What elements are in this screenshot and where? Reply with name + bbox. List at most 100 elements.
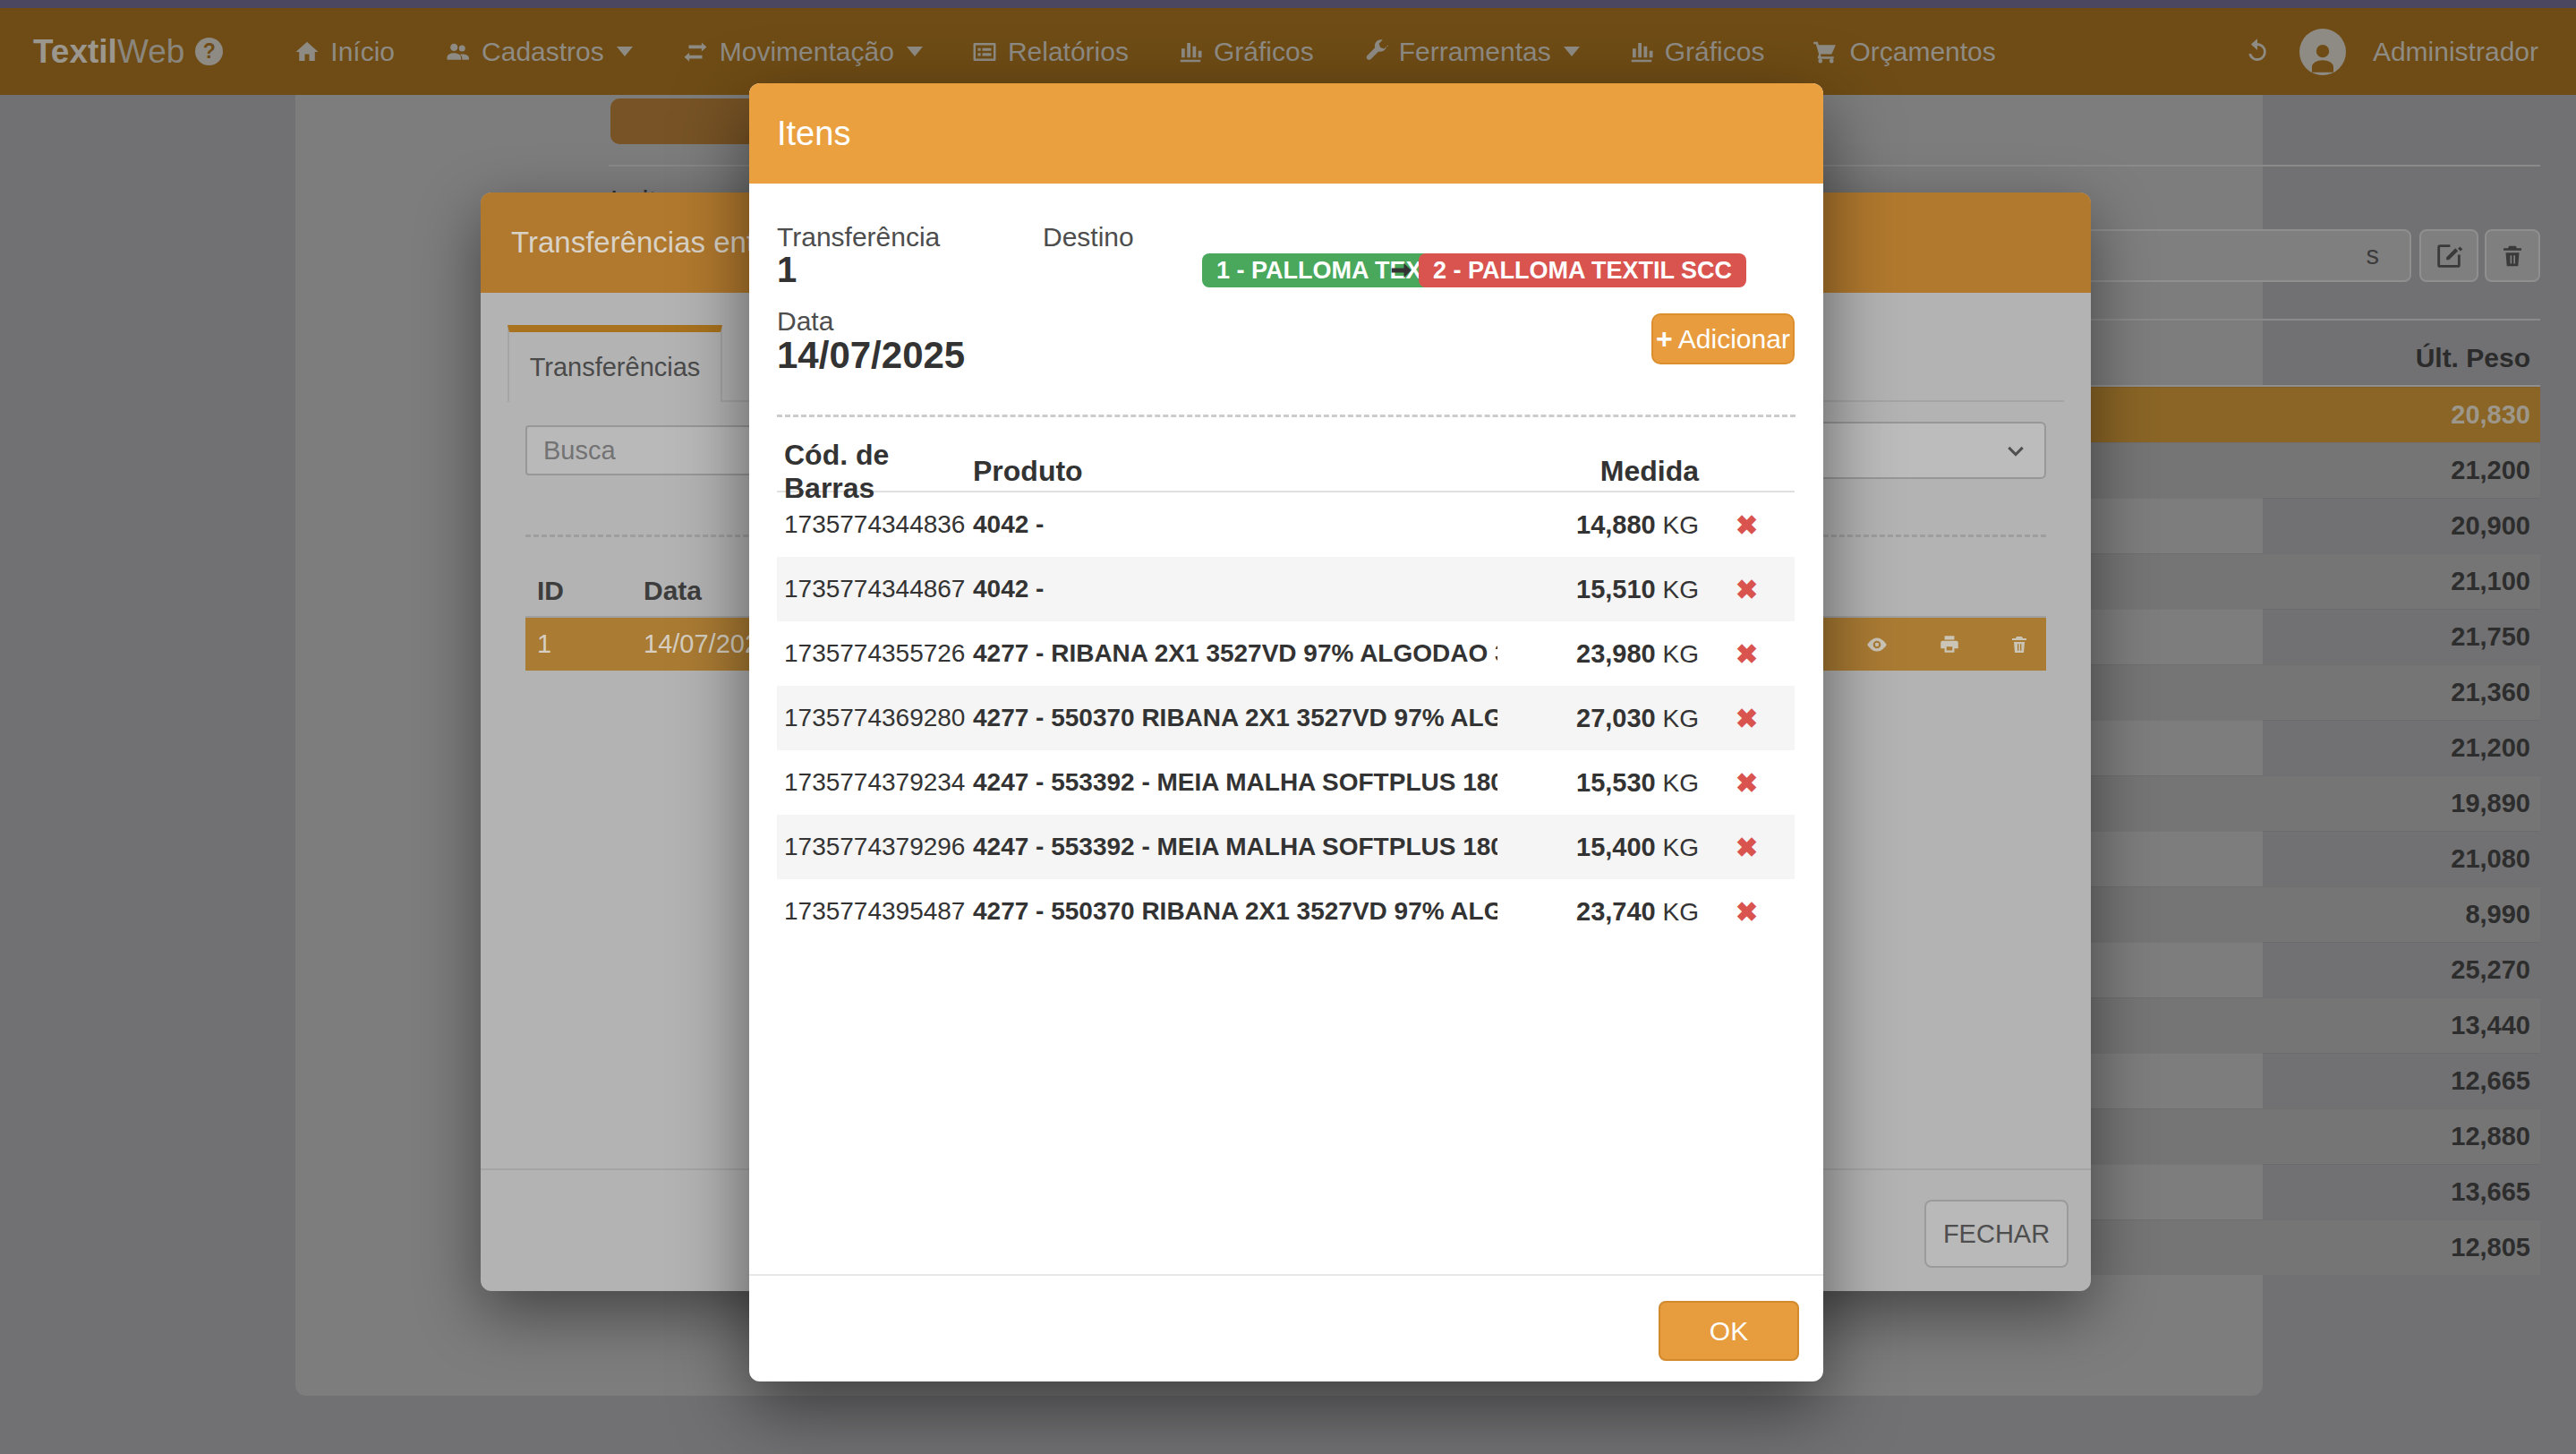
dashed-divider <box>777 415 1796 417</box>
avatar[interactable] <box>2299 29 2346 75</box>
chevron-down-icon <box>1564 47 1580 56</box>
ok-button[interactable]: OK <box>1659 1301 1799 1361</box>
weight-value: 20,830 <box>2451 400 2540 430</box>
item-measure: 15,400 KG <box>1497 833 1699 862</box>
date-field-value: 14/07/2025 <box>777 334 965 377</box>
item-product: 4042 - <box>967 575 1497 603</box>
nav-item-label: Orçamentos <box>1849 37 1995 67</box>
remove-icon[interactable]: ✖ <box>1736 574 1758 605</box>
column-weight: Últ. Peso <box>2416 343 2540 373</box>
nav-item-label: Relatórios <box>1008 37 1129 67</box>
partial-button[interactable]: s <box>2068 229 2411 282</box>
item-row: 1735774395487 4277 - 550370 RIBANA 2X1 3… <box>777 879 1795 944</box>
view-icon[interactable] <box>1864 633 1890 656</box>
weight-value: 21,200 <box>2451 733 2540 763</box>
remove-icon[interactable]: ✖ <box>1736 896 1758 928</box>
items-modal-title: Itens <box>777 115 850 153</box>
transfer-id: 1 <box>525 629 644 659</box>
tab-label: Transferências <box>530 353 701 382</box>
item-product: 4277 - RIBANA 2X1 3527VD 97% ALGODAO 3% … <box>967 639 1497 668</box>
nav-item-movimentacao[interactable]: Movimentação <box>657 37 947 67</box>
close-button[interactable]: FECHAR <box>1924 1200 2068 1268</box>
item-measure: 23,740 KG <box>1497 897 1699 927</box>
item-row: 1735774379234 4247 - 553392 - MEIA MALHA… <box>777 750 1795 815</box>
nav-item-relatorios[interactable]: Relatórios <box>947 37 1153 67</box>
weight-value: 12,665 <box>2451 1066 2540 1096</box>
remove-icon[interactable]: ✖ <box>1736 638 1758 670</box>
partial-button-label: s <box>2367 241 2380 270</box>
item-measure: 14,880 KG <box>1497 510 1699 540</box>
nav-item-graficos-2[interactable]: Gráficos <box>1604 37 1789 67</box>
home-icon <box>294 38 320 65</box>
edit-icon <box>2434 241 2464 271</box>
column-date: Data <box>644 576 702 606</box>
item-barcode: 1735774379296 <box>777 833 967 861</box>
brand-bold: Textil <box>33 33 117 70</box>
transfer-icon <box>681 38 710 65</box>
add-button[interactable]: +Adicionar <box>1651 313 1795 364</box>
chevron-down-icon <box>907 47 923 56</box>
add-button-label: Adicionar <box>1678 324 1790 355</box>
trash-icon[interactable] <box>2009 633 2030 656</box>
print-icon[interactable] <box>1937 633 1962 656</box>
date-field-label: Data <box>777 306 833 337</box>
item-product: 4277 - 550370 RIBANA 2X1 3527VD 97% ALGO… <box>967 704 1497 732</box>
item-row: 1735774344867 4042 - 15,510 KG ✖ <box>777 557 1795 621</box>
weight-value: 21,100 <box>2451 567 2540 596</box>
cart-icon <box>1813 38 1839 65</box>
nav-item-inicio[interactable]: Início <box>269 37 419 67</box>
edit-button[interactable] <box>2419 229 2478 282</box>
item-barcode: 1735774379234 <box>777 768 967 797</box>
users-icon <box>443 38 472 65</box>
nav-item-cadastros[interactable]: Cadastros <box>419 37 657 67</box>
weight-value: 12,880 <box>2451 1122 2540 1151</box>
nav-menu: Início Cadastros Movimentação Relatórios… <box>269 37 2019 67</box>
item-barcode: 1735774344836 <box>777 510 967 539</box>
report-icon <box>971 38 998 65</box>
weight-value: 19,890 <box>2451 789 2540 818</box>
tab-transferencias[interactable]: Transferências <box>508 325 722 402</box>
remove-icon[interactable]: ✖ <box>1736 767 1758 799</box>
items-modal-header: Itens <box>749 83 1823 184</box>
weight-value: 21,750 <box>2451 622 2540 652</box>
remove-icon[interactable]: ✖ <box>1736 509 1758 541</box>
weight-value: 21,200 <box>2451 456 2540 485</box>
refresh-icon[interactable] <box>2242 37 2273 67</box>
user-name[interactable]: Administrador <box>2373 37 2538 67</box>
destination-badge: 2 - PALLOMA TEXTIL SCC <box>1419 253 1746 287</box>
nav-item-label: Início <box>330 37 395 67</box>
item-barcode: 1735774369280 <box>777 704 967 732</box>
nav-item-label: Gráficos <box>1665 37 1765 67</box>
items-modal: Itens Transferência 1 Destino 1 - PALLOM… <box>749 83 1823 1381</box>
weight-value: 13,440 <box>2451 1011 2540 1040</box>
item-row: 1735774379296 4247 - 553392 - MEIA MALHA… <box>777 815 1795 879</box>
item-product: 4247 - 553392 - MEIA MALHA SOFTPLUS 1801… <box>967 833 1497 861</box>
chart-icon <box>1177 38 1204 65</box>
item-measure: 23,980 KG <box>1497 639 1699 669</box>
close-button-label: FECHAR <box>1943 1219 2050 1249</box>
column-id: ID <box>525 576 644 606</box>
nav-item-label: Cadastros <box>482 37 604 67</box>
delete-button[interactable] <box>2485 229 2540 282</box>
nav-item-ferramentas[interactable]: Ferramentas <box>1338 37 1604 67</box>
item-measure: 27,030 KG <box>1497 704 1699 733</box>
brand-logo[interactable]: TextilWeb ? <box>33 33 223 71</box>
item-barcode: 1735774395487 <box>777 897 967 926</box>
nav-item-label: Ferramentas <box>1399 37 1551 67</box>
remove-icon[interactable]: ✖ <box>1736 832 1758 863</box>
item-product: 4277 - 550370 RIBANA 2X1 3527VD 97% ALGO… <box>967 897 1497 926</box>
items-table: Cód. de Barras Produto Medida 1735774344… <box>777 452 1795 944</box>
nav-item-orcamentos[interactable]: Orçamentos <box>1788 37 2019 67</box>
destination-field-label: Destino <box>1043 222 1134 252</box>
weight-value: 21,360 <box>2451 678 2540 707</box>
weight-value: 25,270 <box>2451 955 2540 985</box>
arrow-right-icon <box>1388 257 1415 284</box>
navbar: TextilWeb ? Início Cadastros Movimentaçã… <box>0 8 2576 95</box>
remove-icon[interactable]: ✖ <box>1736 703 1758 734</box>
help-icon[interactable]: ? <box>195 38 223 65</box>
weight-value: 8,990 <box>2465 900 2540 929</box>
item-barcode: 1735774355726 <box>777 639 967 668</box>
nav-item-graficos-1[interactable]: Gráficos <box>1153 37 1338 67</box>
transfer-field-value: 1 <box>777 250 797 290</box>
chevron-down-icon <box>2003 440 2028 465</box>
